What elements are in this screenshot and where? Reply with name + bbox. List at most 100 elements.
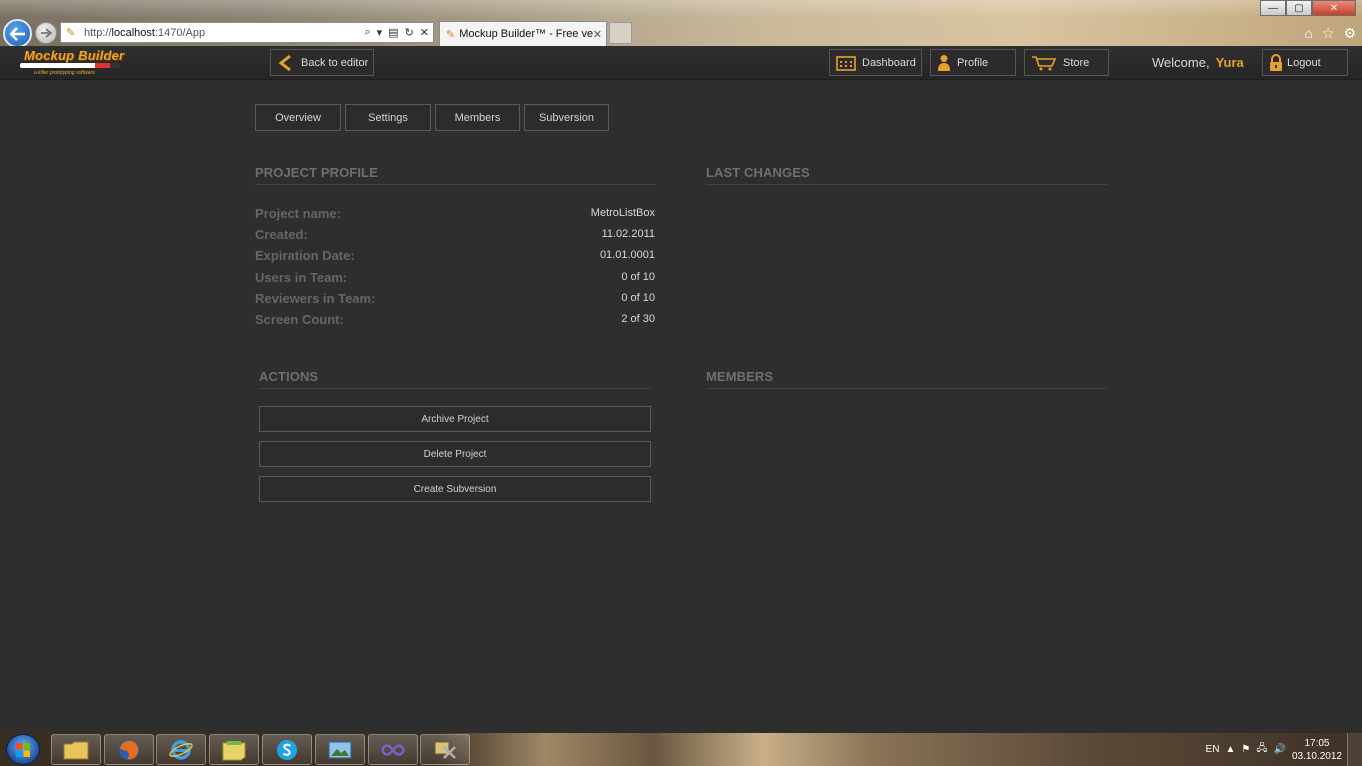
close-window-button[interactable]: ✕	[1312, 0, 1356, 16]
back-to-editor-button[interactable]: Back to editor	[270, 49, 374, 76]
minimize-button[interactable]: —	[1260, 0, 1286, 16]
taskbar-sticky-notes[interactable]	[209, 734, 259, 765]
profile-label: Project name:	[255, 206, 341, 221]
taskbar-skype[interactable]	[262, 734, 312, 765]
profile-row: Created: 11.02.2011	[255, 227, 655, 243]
actions-divider	[259, 388, 651, 389]
taskbar-tools[interactable]	[420, 734, 470, 765]
internet-explorer-icon	[169, 739, 193, 760]
skype-icon	[277, 739, 297, 760]
browser-forward-button[interactable]	[35, 22, 57, 44]
folder-icon	[63, 741, 89, 759]
browser-back-button[interactable]	[3, 19, 32, 48]
logout-button[interactable]: Logout	[1262, 49, 1348, 76]
profile-label: Created:	[255, 227, 308, 242]
taskbar-firefox[interactable]	[104, 734, 154, 765]
taskbar-image-viewer[interactable]	[315, 734, 365, 765]
address-bar[interactable]: ✎ http://localhost:1470/App ⌕ ▾ ▤ ↻ ✕	[60, 22, 434, 43]
gear-icon[interactable]: ⚙	[1343, 25, 1356, 42]
project-profile-heading: PROJECT PROFILE	[255, 165, 378, 180]
profile-value: 0 of 10	[621, 292, 655, 304]
delete-project-button[interactable]: Delete Project	[259, 441, 651, 467]
profile-value: 01.01.0001	[599, 249, 655, 261]
folder-yellow-icon	[222, 740, 246, 760]
taskbar-visual-studio[interactable]	[368, 734, 418, 765]
clock[interactable]: 17:05 03.10.2012	[1292, 737, 1342, 763]
profile-value: 0 of 10	[621, 271, 655, 283]
tab-members[interactable]: Members	[435, 104, 520, 131]
tab-overview[interactable]: Overview	[255, 104, 341, 131]
profile-label: Users in Team:	[255, 270, 348, 285]
welcome-message: Welcome, Yura	[1152, 55, 1244, 70]
clock-time: 17:05	[1304, 737, 1330, 749]
tab-title: Mockup Builder™ - Free ver...	[459, 28, 593, 40]
home-icon[interactable]: ⌂	[1304, 25, 1312, 42]
show-desktop-button[interactable]	[1347, 733, 1362, 766]
compatibility-view-icon[interactable]: ▤	[388, 26, 398, 39]
action-center-flag-icon[interactable]: ⚑	[1241, 744, 1250, 755]
shopping-cart-icon	[1032, 55, 1057, 70]
taskbar-explorer[interactable]	[51, 734, 101, 765]
tools-icon	[434, 741, 456, 759]
profile-label: Screen Count:	[255, 312, 344, 327]
members-heading: MEMBERS	[706, 369, 774, 384]
refresh-icon[interactable]: ↻	[405, 26, 414, 39]
volume-icon[interactable]: 🔊	[1273, 744, 1285, 755]
profile-row: Project name: MetroListBox	[255, 206, 655, 222]
profile-row: Users in Team: 0 of 10	[255, 270, 655, 286]
pencil-icon	[20, 63, 120, 68]
tab-subversion[interactable]: Subversion	[524, 104, 609, 131]
firefox-icon	[119, 739, 139, 760]
stop-icon[interactable]: ✕	[420, 26, 429, 39]
arrow-right-icon	[41, 28, 52, 38]
address-url: http://localhost:1470/App	[84, 26, 206, 39]
maximize-button[interactable]: ▢	[1286, 0, 1312, 16]
store-button[interactable]: Store	[1024, 49, 1109, 76]
user-icon	[938, 55, 950, 71]
network-icon[interactable]: 🖧	[1256, 741, 1267, 758]
profile-value: 11.02.2011	[601, 228, 655, 240]
profile-row: Screen Count: 2 of 30	[255, 312, 655, 328]
tab-favicon-icon: ✎	[446, 28, 456, 41]
window-controls: — ▢ ✕	[1260, 0, 1356, 16]
profile-button[interactable]: Profile	[930, 49, 1016, 76]
profile-value: MetroListBox	[590, 207, 655, 219]
profile-label: Expiration Date:	[255, 248, 355, 263]
taskbar-internet-explorer[interactable]	[156, 734, 206, 765]
windows-logo-icon	[16, 742, 30, 757]
archive-project-button[interactable]: Archive Project	[259, 406, 651, 432]
padlock-icon	[1270, 53, 1282, 71]
last-changes-divider	[706, 184, 1107, 185]
system-tray: EN ▲ ⚑ 🖧 🔊 17:05 03.10.2012	[1206, 733, 1342, 766]
chevron-up-icon[interactable]: ▲	[1225, 744, 1235, 755]
windows-taskbar: EN ▲ ⚑ 🖧 🔊 17:05 03.10.2012	[0, 733, 1362, 766]
profile-label: Reviewers in Team:	[255, 291, 376, 306]
new-tab-button[interactable]	[609, 22, 632, 44]
dropdown-arrow-icon[interactable]: ▾	[377, 26, 383, 39]
page-content	[0, 80, 1362, 733]
actions-heading: ACTIONS	[259, 369, 319, 384]
page-favicon-icon: ✎	[66, 26, 76, 39]
language-indicator[interactable]: EN	[1206, 744, 1220, 755]
mockup-builder-logo[interactable]: Mockup Builder a killer prototyping soft…	[18, 48, 124, 78]
start-button[interactable]	[6, 734, 40, 765]
username: Yura	[1215, 55, 1244, 70]
clock-date: 03.10.2012	[1291, 750, 1342, 762]
browser-toolbar-icons: ⌂ ☆ ⚙	[1304, 25, 1356, 42]
profile-row: Expiration Date: 01.01.0001	[255, 248, 655, 264]
dashboard-button[interactable]: Dashboard	[829, 49, 922, 76]
picture-icon	[328, 741, 352, 758]
project-profile-divider	[255, 184, 656, 185]
browser-tab-active[interactable]: ✎ Mockup Builder™ - Free ver... ✕	[439, 21, 607, 46]
profile-value: 2 of 30	[621, 313, 655, 325]
infinity-icon	[381, 743, 405, 756]
arrow-left-icon	[9, 26, 25, 41]
favorites-star-icon[interactable]: ☆	[1322, 25, 1335, 42]
tab-settings[interactable]: Settings	[345, 104, 431, 131]
calendar-icon	[836, 55, 856, 71]
search-icon[interactable]: ⌕	[364, 26, 370, 39]
create-subversion-button[interactable]: Create Subversion	[259, 476, 651, 502]
browser-chrome: ✎ http://localhost:1470/App ⌕ ▾ ▤ ↻ ✕ ✎ …	[0, 0, 1362, 48]
tab-close-icon[interactable]: ✕	[593, 28, 602, 41]
profile-row: Reviewers in Team: 0 of 10	[255, 291, 655, 307]
